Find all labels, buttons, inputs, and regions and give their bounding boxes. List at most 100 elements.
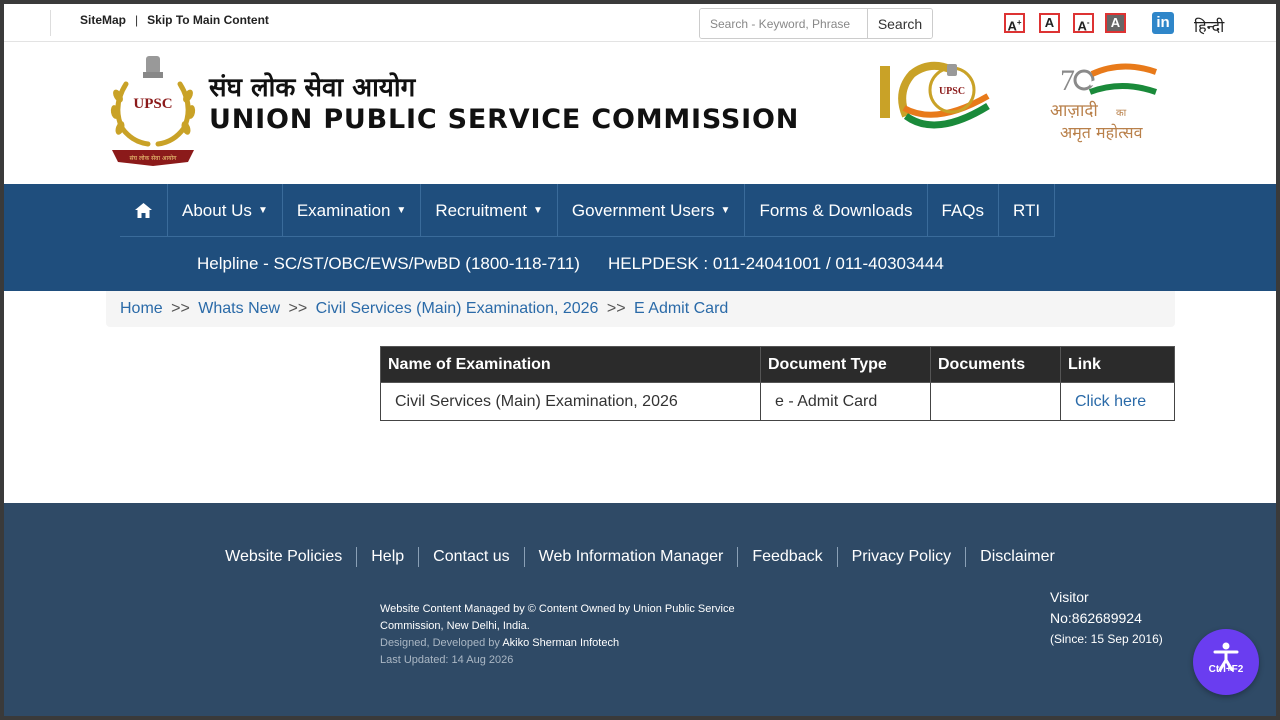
nav-government-users[interactable]: Government Users ▼ [558,184,746,237]
page: SiteMap | Skip To Main Content Search A+… [4,4,1276,716]
footer-link-contact-us[interactable]: Contact us [419,547,525,567]
nav-government-users-label: Government Users [571,200,715,220]
linkedin-icon[interactable]: in [1152,12,1174,34]
nav-faqs-label: FAQs [941,200,985,220]
nav-about-us-label: About Us [182,200,252,220]
visitor-since: (Since: 15 Sep 2016) [1050,632,1163,646]
column-header-name: Name of Examination [380,346,761,383]
nav-menu: About Us ▼ Examination ▼ Recruitment ▼ Gove… [120,184,1056,237]
footer-link-website-policies[interactable]: Website Policies [211,547,358,567]
breadcrumb-separator: >> [288,300,308,317]
centenary-logo: UPSC [880,61,990,129]
helpdesk-text: HELPDESK : 011-24041001 / 011-40303444 [607,254,944,273]
footer-link-feedback[interactable]: Feedback [738,547,838,567]
title-hindi: संघ लोक सेवा आयोग [209,73,416,103]
separator: | [135,13,139,27]
nav-faqs[interactable]: FAQs [928,184,1000,237]
site-footer: Website Policies Help Contact us Web Inf… [4,503,1276,716]
last-updated-text: Last Updated: 14 Aug 2026 [380,654,514,666]
admit-card-table: Name of Examination Document Type Docume… [380,346,1175,421]
high-contrast-label: A [1110,15,1121,30]
sitemap-link[interactable]: SiteMap [80,13,126,27]
visitor-number: No:862689924 [1050,610,1142,626]
nav-examination[interactable]: Examination ▼ [283,184,422,237]
font-increase-button[interactable]: A+ [1004,13,1025,33]
footer-links: Website Policies Help Contact us Web Inf… [4,547,1276,567]
high-contrast-button[interactable]: A [1105,13,1126,33]
table-header-row: Name of Examination Document Type Docume… [380,346,1175,383]
nav-recruitment-label: Recruitment [435,200,527,220]
font-normal-label: A [1044,15,1055,30]
nav-recruitment[interactable]: Recruitment ▼ [421,184,558,237]
caret-down-icon: ▼ [396,205,407,216]
font-increase-label: A [1007,18,1017,34]
divider [50,10,51,36]
nav-home[interactable] [120,184,168,237]
footer-credits: Website Content Managed by © Content Own… [380,601,760,669]
column-header-link: Link [1060,346,1175,383]
cell-document-type: e - Admit Card [760,382,931,421]
search-button[interactable]: Search [868,9,932,38]
skip-to-content-link[interactable]: Skip To Main Content [147,13,269,27]
nav-forms-downloads-label: Forms & Downloads [759,200,913,220]
svg-text:7: 7 [1060,64,1075,97]
click-here-link[interactable]: Click here [1075,393,1146,410]
footer-link-privacy-policy[interactable]: Privacy Policy [838,547,967,567]
content-managed-text: Website Content Managed by © Content Own… [380,603,735,632]
nav-forms-downloads[interactable]: Forms & Downloads [745,184,928,237]
helpline-bar: Helpline - SC/ST/OBC/EWS/PwBD (1800-118-… [197,254,944,274]
main-navigation: About Us ▼ Examination ▼ Recruitment ▼ Gove… [4,184,1276,291]
nav-rti-label: RTI [1013,200,1041,220]
top-bar: SiteMap | Skip To Main Content Search A+… [4,4,1276,42]
svg-text:का: का [1116,108,1127,119]
upsc-logo[interactable]: UPSC संघ लोक सेवा आयोग [108,54,198,170]
search-input[interactable] [700,9,868,38]
breadcrumb-separator: >> [171,300,190,317]
search-form: Search [699,8,933,39]
svg-text:UPSC: UPSC [133,96,172,112]
breadcrumb-current[interactable]: E Admit Card [634,300,728,317]
footer-link-help[interactable]: Help [357,547,420,567]
svg-text:अमृत महोत्सव: अमृत महोत्सव [1060,123,1144,143]
caret-down-icon: ▼ [257,205,268,216]
designed-by-prefix: Designed, Developed by [380,637,500,649]
font-normal-button[interactable]: A [1039,13,1060,33]
table-row: Civil Services (Main) Examination, 2026 … [380,382,1175,421]
accessibility-button[interactable]: Ctrl+F2 [1193,629,1259,695]
breadcrumb-exam[interactable]: Civil Services (Main) Examination, 2026 [316,300,599,317]
title-english: UNION PUBLIC SERVICE COMMISSION [209,104,800,135]
emblem-icon [143,56,163,78]
font-decrease-button[interactable]: A- [1073,13,1094,33]
accessibility-shortcut-label: Ctrl+F2 [1208,664,1244,675]
nav-examination-label: Examination [296,200,391,220]
font-decrease-sup: - [1086,18,1090,27]
breadcrumb-home[interactable]: Home [120,300,163,317]
helpline-text: Helpline - SC/ST/OBC/EWS/PwBD (1800-118-… [197,254,580,273]
designed-by-text: Designed, Developed by Akiko Sherman Inf… [380,635,760,652]
hindi-language-link[interactable]: हिन्दी [1194,15,1224,37]
home-icon [135,203,152,218]
breadcrumb-whats-new[interactable]: Whats New [198,300,280,317]
svg-text:आज़ादी: आज़ादी [1050,100,1098,121]
breadcrumb-separator: >> [606,300,626,317]
cell-documents [930,382,1061,421]
svg-text:संघ लोक सेवा आयोग: संघ लोक सेवा आयोग [129,154,177,162]
breadcrumb: Home >> Whats New >> Civil Services (Mai… [106,291,1175,327]
cell-link: Click here [1060,382,1175,421]
nav-rti[interactable]: RTI [999,184,1056,237]
nav-about-us[interactable]: About Us ▼ [168,184,283,237]
visitor-counter: Visitor No:862689924 (Since: 15 Sep 2016… [1050,587,1163,650]
visitor-label: Visitor [1050,589,1089,605]
emblem-icon [947,64,957,76]
footer-link-disclaimer[interactable]: Disclaimer [966,547,1069,567]
designer-name: Akiko Sherman Infotech [502,637,620,649]
column-header-document-type: Document Type [760,346,931,383]
site-header: UPSC संघ लोक सेवा आयोग संघ लोक सेवा आयोग… [4,42,1276,184]
column-header-documents: Documents [930,346,1061,383]
font-increase-sup: + [1016,18,1022,27]
caret-down-icon: ▼ [720,205,731,216]
azadi-ka-amrit-mahotsav-logo: 7 आज़ादी का अमृत महोत्सव [1050,63,1157,143]
font-decrease-label: A [1077,18,1087,34]
svg-text:UPSC: UPSC [939,86,965,97]
footer-link-web-information-manager[interactable]: Web Information Manager [525,547,739,567]
